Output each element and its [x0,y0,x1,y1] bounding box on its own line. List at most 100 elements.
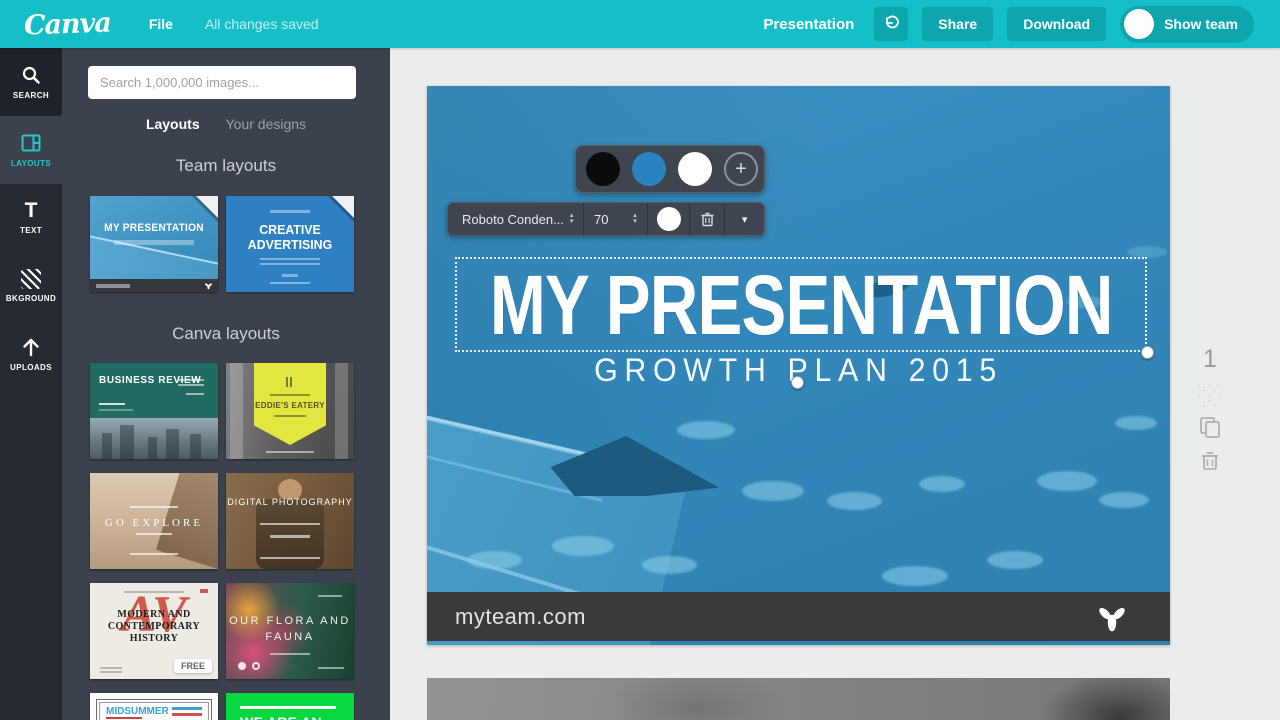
layout-grid-icon [20,132,42,154]
layout-thumb-creative-advertising[interactable]: CREATIVE ADVERTISING [226,196,354,292]
slide-title-text[interactable]: MY PRESENTATION [490,263,1114,347]
font-family-value: Roboto Conden... [462,211,564,227]
cloud-shape [467,551,522,569]
avatar [1124,9,1155,39]
more-options-button[interactable]: ▾ [725,203,764,235]
chevron-down-icon: ▾ [741,213,748,226]
slide-footer-bar[interactable]: myteam.com [427,592,1170,641]
file-menu[interactable]: File [149,16,173,32]
undo-icon [882,15,900,33]
thumb-title: DIGITAL PHOTOGRAPHY [227,497,353,507]
cloud-shape [882,566,948,586]
thumb-title: MIDSUMMER [106,706,169,717]
thumb-text-bar [99,409,133,411]
tab-layouts[interactable]: Layouts [146,116,200,132]
thumb-text-bar [270,653,310,655]
sidebar-item-uploads[interactable]: UPLOADS [0,320,62,388]
thumb-text-bar [318,595,342,597]
photo-soft-shape [607,678,787,720]
section-title-team-layouts: Team layouts [175,156,277,175]
thumb-text-bar [270,394,310,396]
resize-handle[interactable] [1141,346,1154,359]
show-team-label: Show team [1164,16,1238,32]
photo-hair-shape [1040,678,1170,720]
layout-thumb-midsummer[interactable]: MIDSUMMER [90,693,218,720]
sidebar-item-background[interactable]: BKGROUND [0,252,62,320]
color-swatch-blue[interactable] [632,152,666,186]
color-swatch-black[interactable] [586,152,620,186]
layout-thumb-my-presentation[interactable]: MY PRESENTATION [90,196,218,292]
layout-thumb-eddies-eatery[interactable]: EDDIE'S EATERY [226,363,354,459]
thumb-column [335,363,348,459]
layout-thumb-go-explore[interactable]: GO EXPLORE [90,473,218,569]
thumb-text-bar [260,263,320,265]
share-button[interactable]: Share [922,7,994,41]
upload-arrow-icon [20,336,42,358]
sidebar-item-label: LAYOUTS [10,159,52,168]
thumb-title: CREATIVE ADVERTISING [247,222,333,252]
letter-t-icon: T [24,199,38,222]
thumb-title: MY PRESENTATION [104,222,204,234]
delete-page-button[interactable] [1200,450,1220,471]
thumb-column [230,363,243,459]
layout-thumb-modern-contemporary-history[interactable]: AV MODERN AND CONTEMPORARY HISTORY FREE [90,583,218,679]
text-color-button[interactable] [648,203,691,235]
trash-icon [700,211,715,227]
thumb-rule [99,403,125,405]
layout-thumb-we-are-an[interactable]: WE ARE AN [226,693,354,720]
search-input[interactable] [88,66,356,99]
sidebar-item-text[interactable]: T TEXT [0,184,62,252]
slide-footer-url[interactable]: myteam.com [455,604,586,630]
add-color-button[interactable]: + [724,152,758,186]
thumb-text-bar [100,671,122,673]
thumb-text-bar [178,384,204,386]
thumb-rule [240,706,336,709]
cloud-shape [919,476,965,492]
current-text-color-swatch [656,207,681,231]
canva-logo[interactable]: Canva [23,7,111,41]
thumb-text-bar [270,282,310,284]
thumb-title: GO EXPLORE [104,517,204,529]
layouts-panel: Layouts Your designs Team layouts MY PRE… [62,48,390,720]
layout-thumb-our-flora-and-fauna[interactable]: OUR FLORA AND FAUNA [226,583,354,679]
color-swatch-white[interactable] [678,152,712,186]
slide-2-preview[interactable] [427,678,1170,720]
thumb-text-bar [136,533,172,535]
thumb-text-bar [260,258,320,260]
thumb-text-bar [318,667,344,669]
thumb-title: MODERN AND CONTEMPORARY HISTORY [107,609,201,644]
delete-text-button[interactable] [690,203,726,235]
thumb-building [102,433,112,459]
cloud-shape [987,551,1043,569]
tab-your-designs[interactable]: Your designs [226,116,306,132]
flower-icon [238,662,246,670]
stepper-icon[interactable]: ▴ ▾ [633,212,637,225]
thumb-text-bar [172,707,202,710]
free-badge: FREE [173,659,212,673]
thumb-text-bar [130,553,178,555]
layout-thumb-business-review[interactable]: BUSINESS REVIEW [90,363,218,459]
duplicate-page-button[interactable] [1198,415,1222,439]
font-family-select[interactable]: Roboto Conden... ▴ ▾ [448,203,584,235]
thumb-url-bar [96,284,130,288]
sidebar-item-layouts[interactable]: LAYOUTS [0,116,62,184]
thumb-title: WE ARE AN [240,714,322,720]
stepper-icon[interactable]: ▴ ▾ [570,212,574,225]
text-selection-box[interactable]: MY PRESENTATION [455,257,1147,352]
magnifier-icon [20,64,42,86]
show-team-button[interactable]: Show team [1120,5,1254,43]
download-button[interactable]: Download [1007,7,1107,41]
sidebar-item-label: SEARCH [12,91,50,100]
team-layouts-grid: MY PRESENTATION CREATIVE ADVERTISING [90,196,362,292]
rotate-handle[interactable] [791,376,804,389]
page-drag-handle-icon[interactable]: · · · · · · · · · · · [1194,381,1226,410]
ring-icon [252,662,260,670]
cloud-shape [642,556,697,574]
font-size-stepper[interactable]: 70 ▴ ▾ [584,203,648,235]
sidebar-item-search[interactable]: SEARCH [0,48,62,116]
top-bar: Canva File All changes saved Presentatio… [0,0,1280,48]
thumb-subtitle-bar [114,240,194,245]
sidebar: SEARCH LAYOUTS T TEXT BKGROUND UPLOADS [0,48,62,720]
undo-button[interactable] [874,7,909,41]
layout-thumb-digital-photography[interactable]: DIGITAL PHOTOGRAPHY [226,473,354,569]
